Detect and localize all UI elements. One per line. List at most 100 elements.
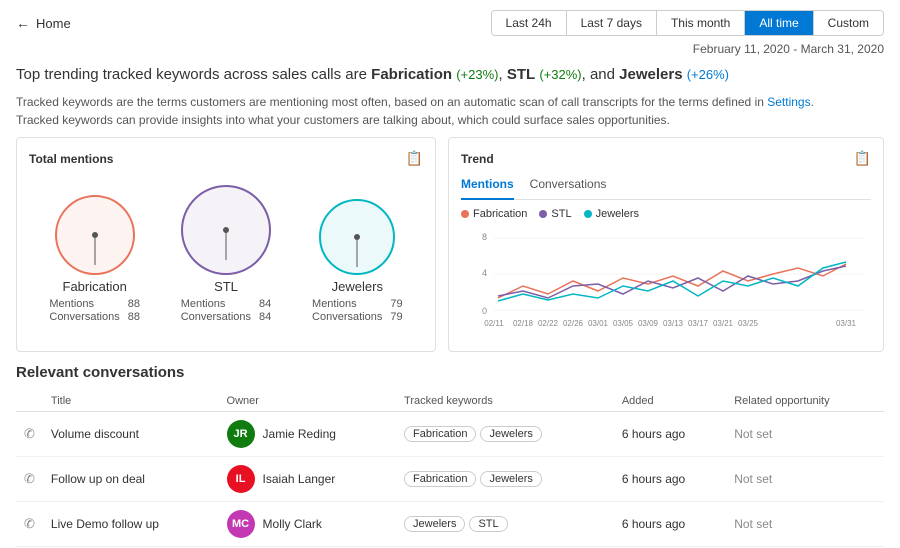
kw-name-stl: STL bbox=[214, 279, 238, 294]
filter-last7days[interactable]: Last 7 days bbox=[567, 11, 657, 35]
row-title: Volume discount bbox=[43, 412, 219, 457]
svg-text:03/09: 03/09 bbox=[638, 319, 659, 328]
headline-pct1: (+23%) bbox=[456, 67, 498, 82]
keyword-tag: Fabrication bbox=[404, 471, 476, 487]
legend-label-stl: STL bbox=[551, 208, 571, 220]
headline-pct2: (+32%) bbox=[539, 67, 581, 82]
row-title: Live Demo follow up bbox=[43, 502, 219, 547]
conversations-label: Conversations bbox=[49, 311, 119, 323]
tab-conversations[interactable]: Conversations bbox=[530, 177, 607, 195]
back-label: Home bbox=[36, 16, 71, 31]
owner-name: Jamie Reding bbox=[263, 427, 336, 441]
keyword-jewelers: Jewelers Mentions 79 Conversations 79 bbox=[312, 199, 403, 323]
col-icon bbox=[16, 391, 43, 412]
phone-icon: ✆ bbox=[16, 502, 43, 547]
conversations-label-stl: Conversations bbox=[181, 311, 251, 323]
keyword-tag: Fabrication bbox=[404, 426, 476, 442]
settings-link[interactable]: Settings bbox=[767, 95, 810, 109]
legend-stl: STL bbox=[539, 208, 571, 220]
row-opportunity: Not set bbox=[726, 502, 884, 547]
filter-custom[interactable]: Custom bbox=[814, 11, 883, 35]
headline-kw3: Jewelers bbox=[619, 66, 682, 83]
back-arrow-icon: ← bbox=[16, 15, 30, 31]
col-added: Added bbox=[614, 391, 726, 412]
col-owner: Owner bbox=[219, 391, 397, 412]
y-label-0: 0 bbox=[482, 306, 487, 316]
legend-dot-fabrication bbox=[461, 210, 469, 218]
headline-kw1: Fabrication bbox=[371, 66, 452, 83]
trend-legend: Fabrication STL Jewelers bbox=[461, 208, 871, 220]
legend-fabrication: Fabrication bbox=[461, 208, 527, 220]
legend-dot-jewelers bbox=[584, 210, 592, 218]
col-keywords: Tracked keywords bbox=[396, 391, 614, 412]
row-opportunity: Not set bbox=[726, 457, 884, 502]
table-row[interactable]: ✆Volume discountJRJamie RedingFabricatio… bbox=[16, 412, 884, 457]
legend-label-fabrication: Fabrication bbox=[473, 208, 527, 220]
filter-thismonth[interactable]: This month bbox=[657, 11, 745, 35]
svg-text:03/31: 03/31 bbox=[836, 319, 857, 328]
mentions-label-stl: Mentions bbox=[181, 298, 251, 310]
tab-mentions[interactable]: Mentions bbox=[461, 177, 514, 200]
circle-dot-stl bbox=[223, 227, 229, 233]
trend-panel-icon[interactable]: 📋 bbox=[854, 150, 871, 167]
circle-dot-jew bbox=[354, 234, 360, 240]
row-title: Follow up on deal bbox=[43, 457, 219, 502]
stl-mentions-val: 84 bbox=[259, 298, 271, 310]
avatar: JR bbox=[227, 420, 255, 448]
kw-stats-jewelers: Mentions 79 Conversations 79 bbox=[312, 298, 403, 323]
table-row[interactable]: ✆Follow up on dealILIsaiah LangerFabrica… bbox=[16, 457, 884, 502]
kw-stats-stl: Mentions 84 Conversations 84 bbox=[181, 298, 272, 323]
trend-chart: 8 4 0 02/11 02/18 02/22 02/26 03/01 bbox=[461, 226, 871, 339]
row-keywords: FabricationJewelers bbox=[396, 457, 614, 502]
back-button[interactable]: ← Home bbox=[16, 15, 71, 31]
svg-text:03/25: 03/25 bbox=[738, 319, 759, 328]
headline-kw2: STL bbox=[507, 66, 535, 83]
circle-line-fab bbox=[94, 235, 95, 265]
circle-jewelers bbox=[319, 199, 395, 275]
kw-stats-fabrication: Mentions 88 Conversations 88 bbox=[49, 298, 140, 323]
svg-text:02/11: 02/11 bbox=[484, 319, 504, 328]
filter-last24h[interactable]: Last 24h bbox=[492, 11, 567, 35]
circle-stl bbox=[181, 185, 271, 275]
circle-dot-fab bbox=[92, 232, 98, 238]
trend-svg: 8 4 0 02/11 02/18 02/22 02/26 03/01 bbox=[461, 226, 871, 336]
owner-name: Isaiah Langer bbox=[263, 472, 336, 486]
keyword-tag: Jewelers bbox=[480, 471, 541, 487]
keyword-stl: STL Mentions 84 Conversations 84 bbox=[181, 185, 272, 323]
legend-jewelers: Jewelers bbox=[584, 208, 639, 220]
svg-text:03/21: 03/21 bbox=[713, 319, 734, 328]
keyword-tag: STL bbox=[469, 516, 507, 532]
header: ← Home Last 24h Last 7 days This month A… bbox=[0, 0, 900, 40]
date-range: February 11, 2020 - March 31, 2020 bbox=[0, 40, 900, 60]
mentions-panel-icon[interactable]: 📋 bbox=[406, 150, 423, 167]
desc-line1: Tracked keywords are the terms customers… bbox=[16, 95, 767, 109]
fabrication-mentions-val: 88 bbox=[128, 298, 140, 310]
time-filter-group: Last 24h Last 7 days This month All time… bbox=[491, 10, 884, 36]
keyword-fabrication: Fabrication Mentions 88 Conversations 88 bbox=[49, 195, 140, 323]
row-opportunity: Not set bbox=[726, 412, 884, 457]
headline-sep2: , and bbox=[582, 66, 620, 83]
jewelers-mentions-val: 79 bbox=[390, 298, 402, 310]
desc-line2: Tracked keywords can provide insights in… bbox=[16, 113, 670, 127]
row-added: 6 hours ago bbox=[614, 457, 726, 502]
row-owner: JR Jamie Reding bbox=[219, 412, 397, 457]
row-owner: ILIsaiah Langer bbox=[219, 457, 397, 502]
mentions-label: Mentions bbox=[49, 298, 119, 310]
y-label-4: 4 bbox=[482, 268, 487, 278]
mentions-label-jew: Mentions bbox=[312, 298, 382, 310]
filter-alltime[interactable]: All time bbox=[745, 11, 813, 35]
conversations-section: Relevant conversations Title Owner Track… bbox=[0, 364, 900, 547]
kw-name-fabrication: Fabrication bbox=[63, 279, 127, 294]
panels: Total mentions 📋 Fabrication Mentions 88… bbox=[0, 137, 900, 352]
table-body: ✆Volume discount JR Jamie Reding Fabricatio… bbox=[16, 412, 884, 547]
row-added: 6 hours ago bbox=[614, 502, 726, 547]
trend-panel: Trend 📋 Mentions Conversations Fabricati… bbox=[448, 137, 884, 352]
owner-name: Molly Clark bbox=[263, 517, 322, 531]
jewelers-conversations-val: 79 bbox=[390, 311, 402, 323]
table-row[interactable]: ✆Live Demo follow upMCMolly ClarkJeweler… bbox=[16, 502, 884, 547]
trend-tabs: Mentions Conversations bbox=[461, 177, 871, 200]
svg-text:03/17: 03/17 bbox=[688, 319, 709, 328]
conversations-section-title: Relevant conversations bbox=[16, 364, 884, 381]
mentions-panel-title: Total mentions 📋 bbox=[29, 150, 423, 167]
headline-prefix: Top trending tracked keywords across sal… bbox=[16, 66, 371, 83]
